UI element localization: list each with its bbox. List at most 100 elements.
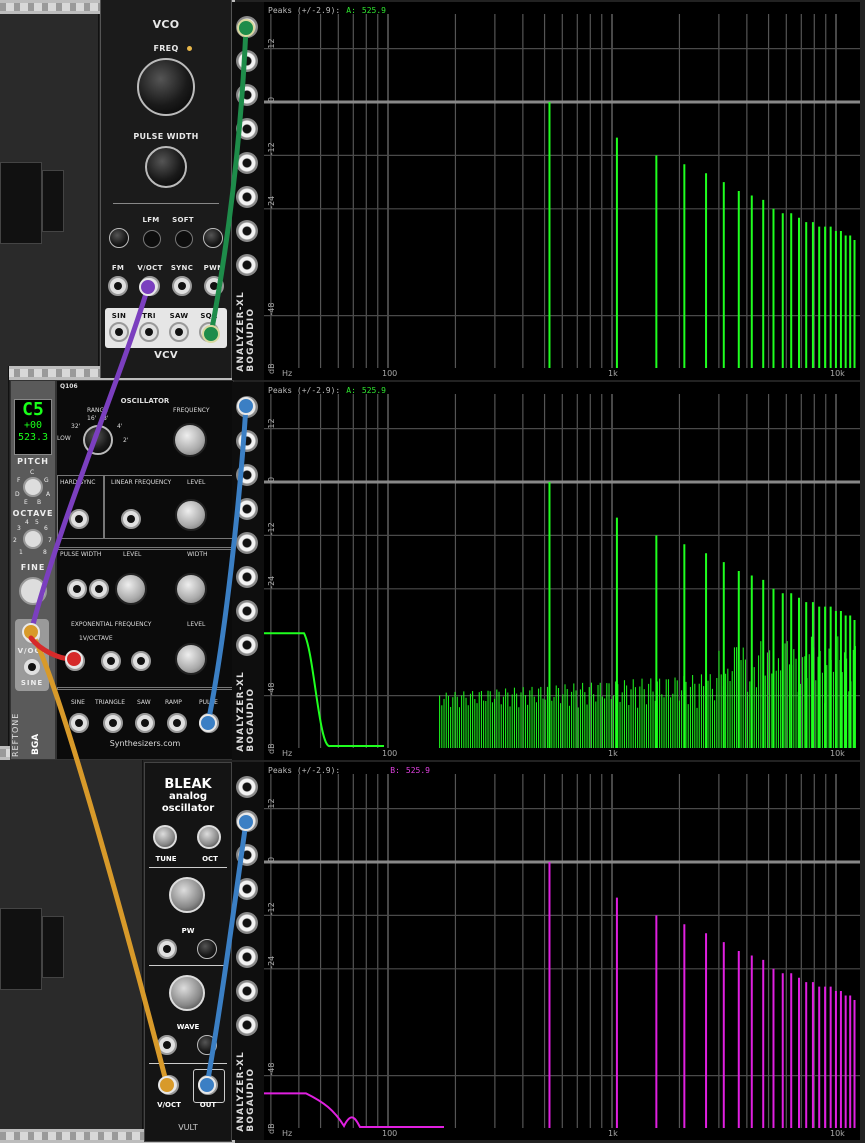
ramp-output-jack[interactable] [167, 713, 187, 733]
voct-input-jack[interactable] [140, 276, 160, 296]
input-jack[interactable] [236, 634, 258, 656]
input-jack[interactable] [236, 84, 258, 106]
exp-input-jack-2[interactable] [101, 651, 121, 671]
octave-knob[interactable] [23, 529, 43, 549]
range-knob[interactable] [83, 425, 113, 455]
pw-cv-jack[interactable] [157, 939, 177, 959]
brand-label: Synthesizers.com [109, 739, 181, 748]
linear-level-knob[interactable] [175, 499, 207, 531]
vult-logo: VULT [178, 1123, 198, 1132]
frequency-knob[interactable] [173, 423, 207, 457]
tri-output-jack[interactable] [139, 322, 159, 342]
freq-label: FREQ [153, 44, 179, 53]
vco-module: VCO FREQ PULSE WIDTH LFM SOFT FM V/OCT S… [100, 0, 232, 378]
voct-label: V/OCT [17, 647, 47, 655]
input-jack[interactable] [236, 532, 258, 554]
width-knob[interactable] [175, 573, 207, 605]
analyzer-panel: ANALYZER-XL BOGAUDIO [232, 382, 264, 760]
blank-panel [0, 14, 99, 366]
exp-input-jack-3[interactable] [131, 651, 151, 671]
freq-tick-label: 100 [382, 749, 397, 758]
input-jack[interactable] [236, 498, 258, 520]
linear-frequency-jack[interactable] [121, 509, 141, 529]
pwm-input-jack[interactable] [204, 276, 224, 296]
db-tick-label: -12 [267, 522, 276, 535]
input-jack[interactable] [236, 776, 258, 798]
module-title: OSCILLATOR [120, 397, 170, 405]
blank-panel [0, 760, 143, 1129]
input-jack[interactable] [236, 254, 258, 276]
pw-knob[interactable] [169, 877, 205, 913]
fm-input-jack[interactable] [108, 276, 128, 296]
sine-output-jack[interactable] [69, 713, 89, 733]
voct-label: V/OCT [157, 1101, 181, 1109]
pitch-knob[interactable] [23, 477, 43, 497]
input-jack[interactable] [236, 566, 258, 588]
input-jack[interactable] [236, 430, 258, 452]
freq-tick-label: Hz [282, 1129, 292, 1138]
voct-output-jack[interactable] [22, 625, 42, 645]
one-v-oct-label: 1V/OCTAVE [79, 635, 113, 642]
input-jack[interactable] [236, 16, 258, 38]
spectrum-display: 12 0 -12 -24 -48 dB Hz 100 1k 10k Peaks (+/-2.9):… [264, 2, 860, 380]
sine-label: SINE [20, 679, 44, 687]
hard-sync-jack[interactable] [69, 509, 89, 529]
sin-output-jack[interactable] [109, 322, 129, 342]
tune-label: TUNE [155, 855, 177, 863]
input-jack[interactable] [236, 878, 258, 900]
pulse-width-jack[interactable] [67, 579, 87, 599]
wave-cv-jack[interactable] [157, 1035, 177, 1055]
input-jack[interactable] [236, 600, 258, 622]
pulse-width-jack-2[interactable] [89, 579, 109, 599]
harmonic-peaks [548, 862, 856, 1128]
peaks-readout: Peaks (+/-2.9): B: 525.9 [268, 766, 430, 775]
input-jack[interactable] [236, 810, 258, 832]
exp-level-label: LEVEL [187, 621, 206, 628]
input-jack[interactable] [236, 844, 258, 866]
input-jack[interactable] [236, 220, 258, 242]
saw-output-jack[interactable] [135, 713, 155, 733]
fine-knob[interactable] [19, 577, 47, 605]
tri-label: TRI [142, 312, 156, 320]
pulse-output-jack[interactable] [199, 713, 219, 733]
lfm-button[interactable] [143, 230, 161, 248]
triangle-output-jack[interactable] [103, 713, 123, 733]
fm-atten-knob[interactable] [109, 228, 129, 248]
voct-input-jack[interactable] [159, 1075, 179, 1095]
soft-button[interactable] [175, 230, 193, 248]
sync-input-jack[interactable] [172, 276, 192, 296]
input-jack[interactable] [236, 464, 258, 486]
input-jack[interactable] [236, 186, 258, 208]
input-jack[interactable] [236, 912, 258, 934]
wave-cv-knob[interactable] [197, 1035, 217, 1055]
sine-output-jack[interactable] [22, 657, 42, 677]
tune-knob[interactable] [153, 825, 177, 849]
exp-input-jack-1[interactable] [65, 651, 85, 671]
exp-level-knob[interactable] [175, 643, 207, 675]
db-unit-label: dB [267, 743, 276, 754]
input-jack[interactable] [236, 118, 258, 140]
input-jack[interactable] [236, 50, 258, 72]
wave-knob[interactable] [169, 975, 205, 1011]
pw-level-knob[interactable] [115, 573, 147, 605]
input-jack[interactable] [236, 980, 258, 1002]
q106-oscillator-module: Q106 OSCILLATOR RANGE FREQUENCY 32' 16' … [56, 380, 234, 760]
input-jack[interactable] [236, 396, 258, 418]
bleak-oscillator-module: BLEAK analog oscillator TUNE OCT PW WAVE… [144, 762, 232, 1142]
sqr-output-jack[interactable] [199, 322, 219, 342]
freq-tick-label: 100 [382, 369, 397, 378]
pulse-width-knob[interactable] [145, 146, 187, 188]
grid: 12 0 -12 -24 -48 dB Hz 100 1k 10k [264, 774, 860, 1138]
pwm-atten-knob[interactable] [203, 228, 223, 248]
out-jack[interactable] [198, 1075, 218, 1095]
input-jack[interactable] [236, 946, 258, 968]
db-tick-label: -12 [267, 902, 276, 915]
saw-output-jack[interactable] [169, 322, 189, 342]
pw-cv-knob[interactable] [197, 939, 217, 959]
oct-knob[interactable] [197, 825, 221, 849]
saw-label: SAW [169, 312, 189, 320]
input-jack[interactable] [236, 1014, 258, 1036]
freq-knob[interactable] [137, 58, 195, 116]
db-tick-label: 0 [267, 857, 276, 862]
input-jack[interactable] [236, 152, 258, 174]
